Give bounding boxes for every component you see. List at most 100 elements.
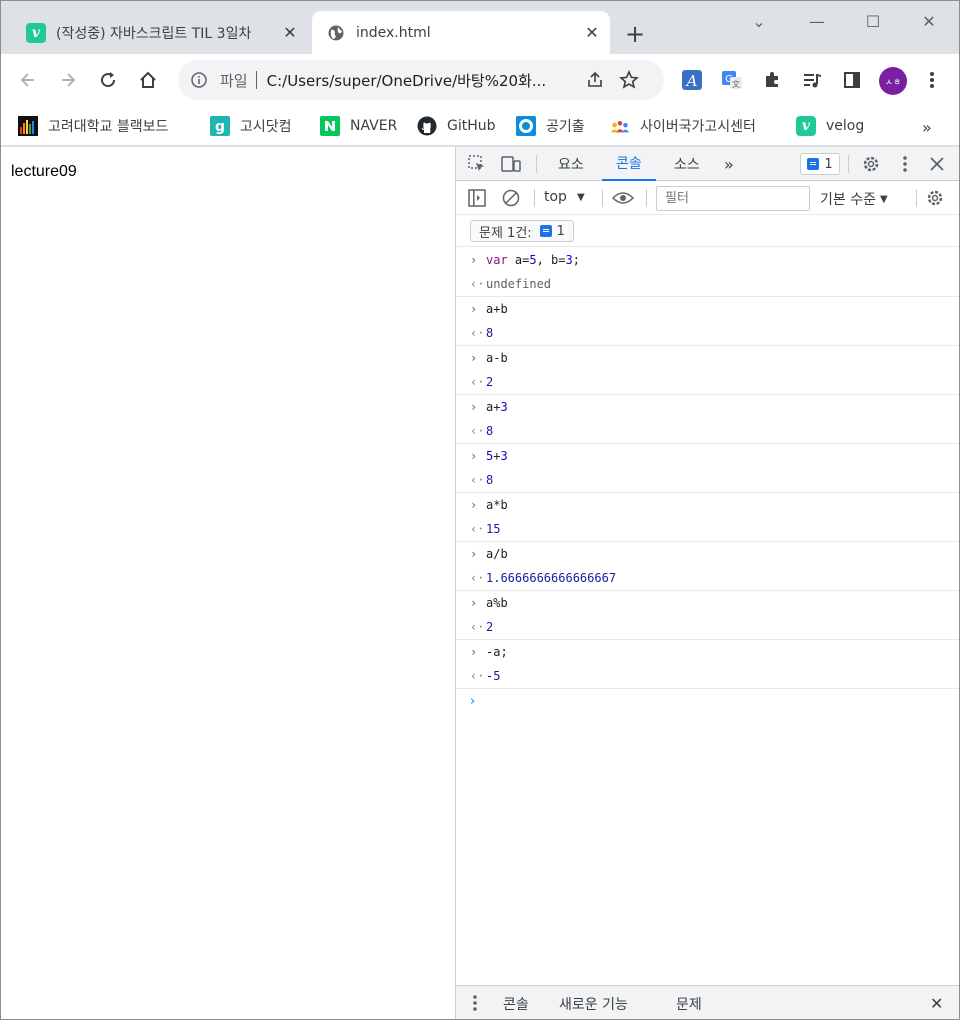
settings-gear-icon[interactable] (860, 153, 882, 175)
home-button[interactable] (132, 64, 164, 96)
forward-button[interactable] (52, 64, 84, 96)
console-input-line[interactable]: › 5+3 (456, 444, 960, 469)
tab-strip: v (작성중) 자바스크립트 TIL 3일차 ✕ index.html ✕ + … (0, 0, 960, 54)
log-level-select[interactable]: 기본 수준 ▼ (820, 189, 888, 209)
close-devtools-icon[interactable] (926, 153, 948, 175)
page-viewport: lecture09 (1, 147, 455, 1019)
bookmark-github[interactable]: GitHub (417, 114, 496, 138)
bookmark-blackboard[interactable]: 고려대학교 블랙보드 (18, 114, 168, 138)
issues-pill-button[interactable]: 문제 1건: 1 (470, 220, 574, 242)
console-output-text: 8 (486, 424, 494, 439)
info-icon[interactable] (190, 71, 208, 89)
input-chevron-icon: › (470, 645, 478, 660)
toolbar-divider (916, 189, 917, 207)
tab-search-icon[interactable]: ⌄ (736, 6, 782, 36)
inspect-element-icon[interactable] (466, 153, 488, 175)
gosi-icon: g (210, 116, 230, 136)
console-input-text: a-b (486, 351, 508, 366)
console-output-line: ‹· 8 (456, 469, 960, 493)
bookmark-gosi[interactable]: g 고시닷컴 (210, 114, 292, 138)
console-output-line: ‹· 8 (456, 322, 960, 346)
message-icon (539, 225, 552, 237)
device-toolbar-icon[interactable] (500, 153, 522, 175)
console-toolbar: top ▼ 기본 수준 ▼ (456, 181, 960, 215)
minimize-button[interactable]: — (794, 6, 840, 36)
browser-tab-index[interactable]: index.html ✕ (312, 11, 610, 54)
browser-tab-velog[interactable]: v (작성중) 자바스크립트 TIL 3일차 ✕ (16, 11, 308, 54)
live-expression-eye-icon[interactable] (612, 187, 634, 209)
more-tabs-icon[interactable]: » (710, 147, 748, 181)
tab-sources[interactable]: 소스 (660, 147, 714, 181)
drawer-menu-icon[interactable] (472, 994, 478, 1016)
media-control-icon[interactable] (798, 66, 826, 94)
bookmark-velog[interactable]: v velog (796, 114, 864, 138)
bookmark-star-icon[interactable] (615, 66, 643, 94)
js-context-select[interactable]: top ▼ (544, 189, 585, 205)
console-input-line[interactable]: › a-b (456, 346, 960, 371)
bookmarks-overflow-button[interactable]: » (922, 118, 932, 137)
console-input-line[interactable]: › a*b (456, 493, 960, 518)
profile-avatar[interactable]: ㅅㅎ (879, 67, 907, 95)
drawer-tab-console[interactable]: 콘솔 (503, 994, 529, 1014)
bookmark-label: NAVER (350, 118, 398, 134)
share-icon[interactable] (581, 66, 609, 94)
url-text[interactable]: C:/Users/super/OneDrive/바탕%20화... (267, 70, 575, 91)
drawer-tab-issues[interactable]: 문제 (676, 994, 702, 1014)
keyword-token: var (486, 253, 508, 268)
console-input-line[interactable]: › var a=5, b=3; (456, 248, 960, 273)
console-input-line[interactable]: › a/b (456, 542, 960, 567)
customize-menu-icon[interactable] (894, 153, 916, 175)
console-output-text: 2 (486, 375, 494, 390)
tab-elements[interactable]: 요소 (544, 147, 598, 181)
bookmark-label: 고려대학교 블랙보드 (48, 119, 169, 135)
bookmarks-bar: 고려대학교 블랙보드 g 고시닷컴 NAVER GitHub 공기출 사이버국가… (0, 106, 960, 146)
drawer-tab-whats-new[interactable]: 새로운 기능 (559, 994, 628, 1014)
maximize-button[interactable]: ☐ (850, 6, 896, 36)
tab-console[interactable]: 콘솔 (602, 147, 656, 181)
font-extension-icon[interactable]: A (678, 66, 706, 94)
issues-pill-count: 1 (556, 223, 565, 239)
clear-console-icon[interactable] (500, 187, 522, 209)
input-chevron-icon: › (470, 449, 478, 464)
close-tab-icon[interactable]: ✕ (278, 21, 302, 45)
console-output-text: undefined (486, 277, 552, 292)
toolbar-divider (848, 155, 849, 173)
reload-button[interactable] (92, 64, 124, 96)
dropdown-arrow-icon: ▼ (576, 191, 585, 203)
bookmark-cyber-exam[interactable]: 사이버국가고시센터 (610, 114, 756, 138)
console-input-line[interactable]: › a+3 (456, 395, 960, 420)
console-input-text: var a=5, b=3; (486, 253, 580, 268)
chrome-menu-icon[interactable] (918, 66, 946, 94)
console-settings-gear-icon[interactable] (924, 187, 946, 209)
back-button[interactable] (12, 64, 44, 96)
bookmark-naver[interactable]: NAVER (320, 114, 397, 138)
issues-counter-button[interactable]: 1 (800, 153, 840, 175)
console-output-line: ‹· 2 (456, 616, 960, 640)
message-icon (807, 158, 820, 170)
page-body-text: lecture09 (11, 163, 77, 180)
console-input-line[interactable]: › a%b (456, 591, 960, 616)
close-drawer-icon[interactable]: ✕ (930, 994, 943, 1013)
sidebar-toggle-icon[interactable] (466, 187, 488, 209)
console-output-line: ‹· 15 (456, 518, 960, 542)
console-input-text: a+b (486, 302, 508, 317)
console-filter-input[interactable] (656, 186, 810, 211)
input-chevron-icon: › (470, 596, 478, 611)
console-input-line[interactable]: › -a; (456, 640, 960, 665)
extensions-puzzle-icon[interactable] (758, 66, 786, 94)
side-panel-icon[interactable] (838, 66, 866, 94)
console-output-line: ‹· 8 (456, 420, 960, 444)
new-tab-button[interactable]: + (620, 19, 650, 49)
close-window-button[interactable]: ✕ (906, 6, 952, 36)
close-tab-icon[interactable]: ✕ (580, 21, 604, 45)
issues-count: 1 (824, 156, 833, 172)
svg-text:文: 文 (732, 79, 740, 89)
console-prompt-input[interactable]: › (456, 689, 960, 713)
console-input-line[interactable]: › a+b (456, 297, 960, 322)
bookmark-gonggichul[interactable]: 공기출 (516, 114, 585, 138)
address-bar[interactable]: 파일 C:/Users/super/OneDrive/바탕%20화... (178, 60, 664, 100)
output-arrow-icon: ‹· (470, 277, 485, 292)
console-output-line: ‹· undefined (456, 273, 960, 297)
translate-extension-icon[interactable]: G文 (718, 66, 746, 94)
url-divider (255, 71, 257, 89)
